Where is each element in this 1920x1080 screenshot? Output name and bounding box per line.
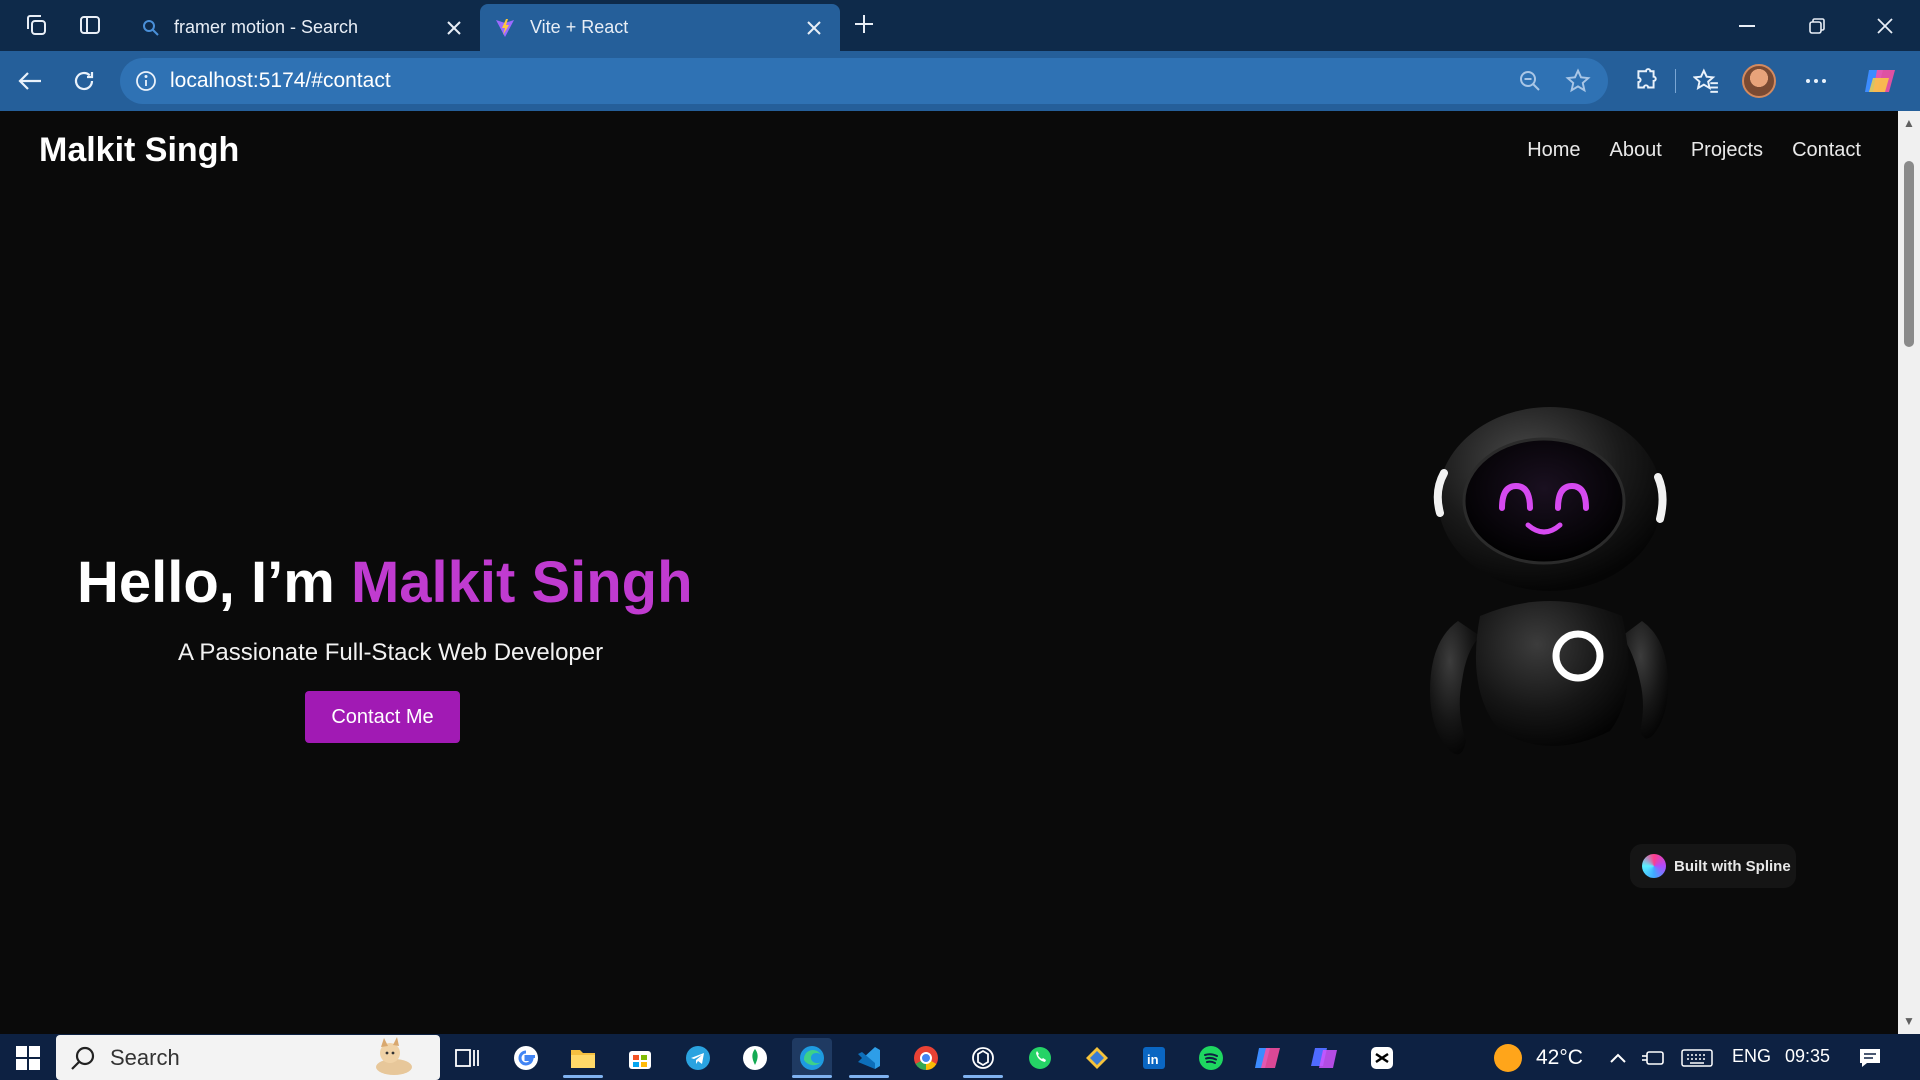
url-bar[interactable]: localhost:5174/#contact	[120, 58, 1608, 104]
nav-link-projects[interactable]: Projects	[1691, 139, 1763, 162]
favorite-star-icon[interactable]	[1560, 68, 1596, 94]
windows-start-icon[interactable]	[8, 1038, 48, 1078]
vertical-tabs-icon[interactable]	[72, 7, 108, 43]
search-icon	[143, 19, 159, 36]
spline-logo-icon	[1642, 854, 1666, 878]
scroll-thumb[interactable]	[1904, 161, 1914, 347]
copilot-app-icon[interactable]	[1248, 1038, 1288, 1078]
copilot-icon[interactable]	[1860, 61, 1900, 101]
site-info-icon[interactable]	[134, 69, 158, 93]
task-view-icon[interactable]	[447, 1038, 487, 1078]
restore-icon[interactable]	[1782, 0, 1852, 51]
spotify-icon[interactable]	[1191, 1038, 1231, 1078]
chatgpt-icon[interactable]	[963, 1038, 1003, 1078]
built-with-spline-badge[interactable]: Built with Spline	[1630, 844, 1796, 888]
svg-text:in: in	[1147, 1052, 1159, 1067]
tab-vite-react[interactable]: Vite + React	[480, 4, 840, 51]
battery-plug-icon[interactable]	[1634, 1038, 1674, 1078]
nav-link-about[interactable]: About	[1610, 139, 1662, 162]
google-icon[interactable]	[506, 1038, 546, 1078]
active-indicator	[563, 1075, 603, 1078]
windows-taskbar: Search in 42°C ENG 09:35	[0, 1034, 1920, 1080]
file-explorer-icon[interactable]	[563, 1038, 603, 1078]
minimize-icon[interactable]	[1712, 0, 1782, 51]
chrome-icon[interactable]	[906, 1038, 946, 1078]
hero-subtitle: A Passionate Full-Stack Web Developer	[178, 639, 604, 666]
refresh-icon[interactable]	[64, 61, 104, 101]
contact-me-button[interactable]: Contact Me	[305, 691, 460, 743]
edge-icon[interactable]	[792, 1038, 832, 1078]
taskbar-search[interactable]: Search	[56, 1035, 440, 1080]
page-viewport: Malkit Singh Home About Projects Contact…	[0, 111, 1898, 1034]
site-nav: Home About Projects Contact	[1527, 139, 1861, 162]
scroll-up-icon[interactable]: ▲	[1903, 117, 1915, 129]
active-indicator	[963, 1075, 1003, 1078]
close-window-icon[interactable]	[1850, 0, 1920, 51]
zoom-out-icon[interactable]	[1512, 68, 1548, 94]
vscode-icon[interactable]	[849, 1038, 889, 1078]
whatsapp-icon[interactable]	[1020, 1038, 1060, 1078]
more-options-icon[interactable]	[1796, 61, 1836, 101]
search-icon	[71, 1046, 95, 1070]
search-highlight-cat-icon	[376, 1037, 412, 1075]
close-icon[interactable]	[802, 16, 826, 40]
tab-title: framer motion - Search	[174, 17, 359, 37]
close-icon[interactable]	[442, 16, 466, 40]
favorites-icon[interactable]	[1686, 61, 1726, 101]
robot-3d-scene[interactable]	[1400, 391, 1700, 791]
tab-search[interactable]: framer motion - Search	[128, 4, 480, 51]
extensions-icon[interactable]	[1626, 61, 1666, 101]
language-indicator[interactable]: ENG	[1732, 1046, 1771, 1067]
page-scrollbar[interactable]: ▲ ▼	[1898, 111, 1920, 1034]
microsoft-365-icon[interactable]	[1305, 1038, 1345, 1078]
new-tab-icon[interactable]	[846, 6, 882, 42]
search-label: Search	[110, 1044, 180, 1070]
toolbar-divider	[1675, 69, 1676, 93]
scroll-down-icon[interactable]: ▼	[1903, 1015, 1915, 1027]
chevron-up-icon[interactable]	[1598, 1038, 1638, 1078]
capcut-icon[interactable]	[1362, 1038, 1402, 1078]
back-icon[interactable]	[10, 61, 50, 101]
microsoft-store-icon[interactable]	[620, 1038, 660, 1078]
mongodb-compass-icon[interactable]	[735, 1038, 775, 1078]
active-indicator	[849, 1075, 889, 1078]
workspaces-icon[interactable]	[18, 7, 54, 43]
badge-label: Built with Spline	[1674, 857, 1791, 875]
tab-bar: framer motion - Search Vite + React	[0, 0, 1920, 51]
keyboard-icon[interactable]	[1677, 1038, 1717, 1078]
url-text: localhost:5174/#contact	[170, 69, 391, 92]
git-tool-icon[interactable]	[1077, 1038, 1117, 1078]
nav-link-contact[interactable]: Contact	[1792, 139, 1861, 162]
hero-title: Hello, I’m Malkit Singh	[77, 549, 693, 616]
hero-name: Malkit Singh	[350, 550, 693, 615]
site-brand[interactable]: Malkit Singh	[39, 131, 239, 170]
hero-greeting: Hello, I’m	[77, 550, 351, 615]
linkedin-icon[interactable]: in	[1134, 1038, 1174, 1078]
vite-logo-icon	[496, 18, 514, 37]
active-indicator	[792, 1075, 832, 1078]
profile-avatar[interactable]	[1742, 64, 1776, 98]
telegram-icon[interactable]	[678, 1038, 718, 1078]
tab-title: Vite + React	[530, 17, 629, 37]
weather-temp[interactable]: 42°C	[1536, 1046, 1583, 1070]
notifications-icon[interactable]	[1850, 1038, 1890, 1078]
weather-sun-icon[interactable]	[1488, 1038, 1528, 1078]
address-bar-row: localhost:5174/#contact	[0, 51, 1920, 111]
clock-time[interactable]: 09:35	[1785, 1046, 1830, 1067]
nav-link-home[interactable]: Home	[1527, 139, 1580, 162]
